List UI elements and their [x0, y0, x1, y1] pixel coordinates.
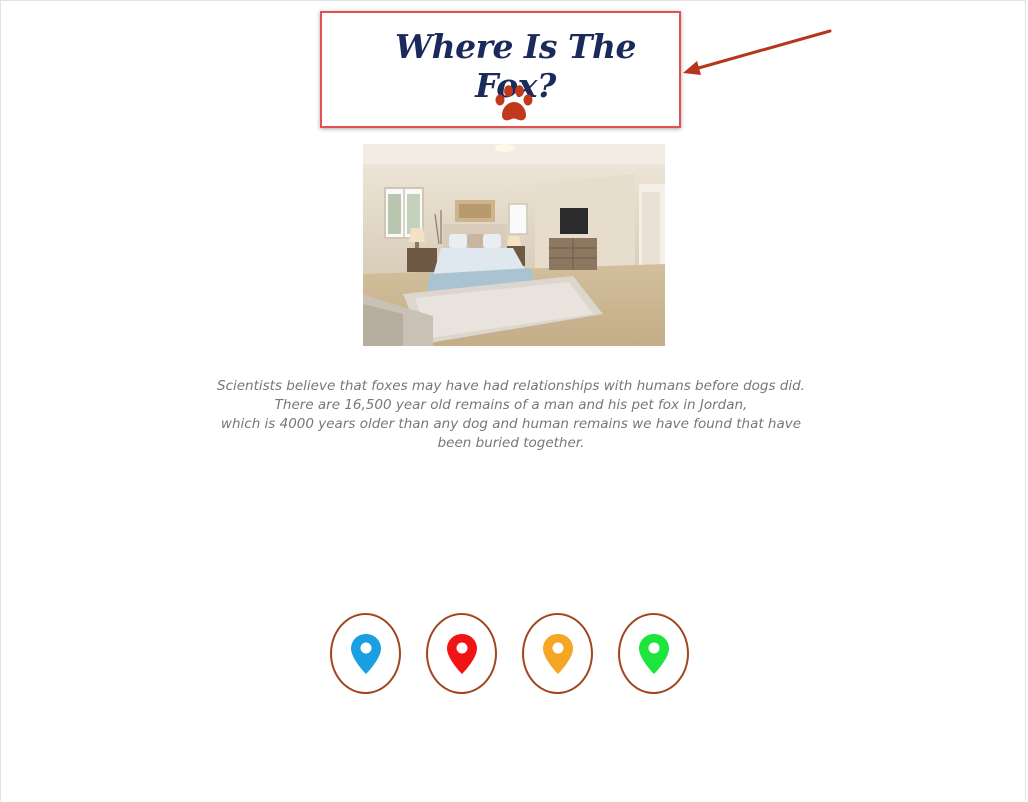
highlighted-header: Where Is The Fox?	[320, 11, 681, 128]
caption-line: There are 16,500 year old remains of a m…	[274, 397, 748, 413]
page: Where Is The Fox? Scientists believe tha…	[0, 0, 1026, 801]
map-pin-icon	[542, 633, 573, 674]
map-pin-icon	[350, 633, 381, 674]
fox-fact-caption: Scientists believe that foxes may have h…	[201, 377, 821, 453]
map-pin-icon	[638, 633, 669, 674]
blue-pin-button[interactable]	[330, 613, 401, 694]
location-pin-buttons	[330, 613, 689, 694]
green-pin-button[interactable]	[618, 613, 689, 694]
caption-line: which is 4000 years older than any dog a…	[220, 416, 802, 432]
orange-pin-button[interactable]	[522, 613, 593, 694]
red-pin-button[interactable]	[426, 613, 497, 694]
annotation-arrow-icon	[683, 29, 832, 75]
caption-line: Scientists believe that foxes may have h…	[217, 378, 805, 394]
caption-line: been buried together.	[437, 435, 585, 451]
bedroom-photo	[363, 144, 665, 346]
map-pin-icon	[446, 633, 477, 674]
paw-icon	[495, 85, 533, 121]
